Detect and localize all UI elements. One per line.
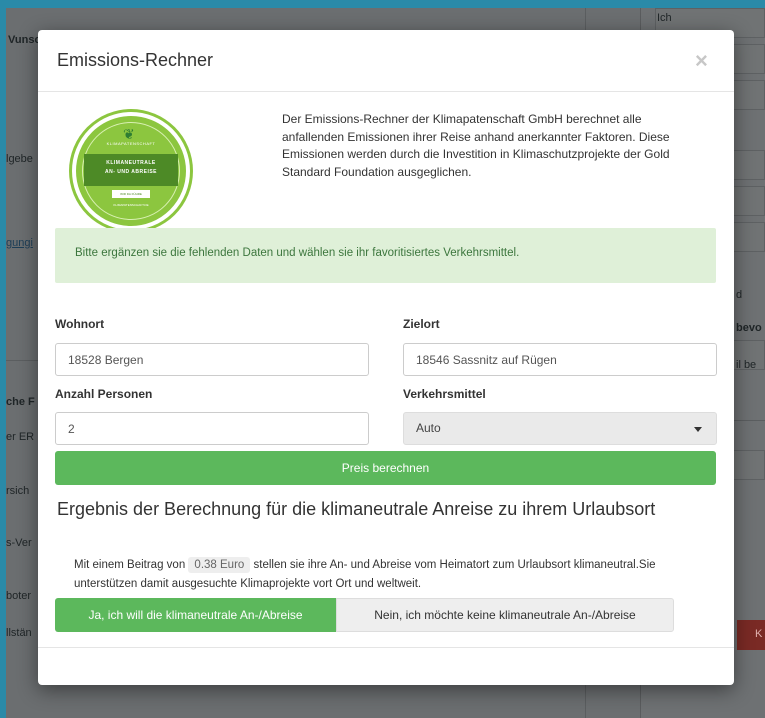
info-alert: Bitte ergänzen sie die fehlenden Daten u…: [55, 228, 716, 283]
background-label: lgebe: [6, 153, 33, 165]
badge-band: KLIMANEUTRALE AN- UND ABREISE: [84, 154, 178, 186]
zielort-label: Zielort: [403, 317, 440, 331]
background-heading: Vunsc: [8, 34, 41, 46]
calculate-price-button[interactable]: Preis berechnen: [55, 451, 716, 485]
close-icon[interactable]: ×: [695, 48, 708, 74]
zielort-input[interactable]: [403, 343, 717, 376]
background-label: Ich: [657, 12, 672, 24]
background-label: er ER: [6, 431, 35, 443]
background-top-strip: [0, 0, 765, 8]
background-label: rsich: [6, 485, 30, 497]
accept-climate-neutral-button[interactable]: Ja, ich will die klimaneutrale An-/Abrei…: [55, 598, 336, 632]
modal-footer-divider: [38, 647, 734, 648]
decline-climate-neutral-button[interactable]: Nein, ich möchte keine klimaneutrale An-…: [336, 598, 674, 632]
personen-label: Anzahl Personen: [55, 387, 153, 401]
climate-neutral-badge-logo: ❦ KLIMAPATENSCHAFT KLIMANEUTRALE AN- UND…: [72, 112, 190, 230]
badge-bottom-text: KLIMAPATENSCHAFT.DE: [113, 203, 149, 207]
background-label: boter: [6, 590, 32, 602]
background-label: il be: [736, 359, 757, 371]
background-label: d: [736, 289, 743, 301]
verkehrsmittel-selected-value: Auto: [416, 421, 441, 435]
caret-down-icon: [694, 427, 702, 432]
badge-sub-text: AN- UND ABREISE: [104, 169, 158, 175]
wohnort-input[interactable]: [55, 343, 369, 376]
background-red-button: K: [737, 620, 765, 650]
modal-title: Emissions-Rechner: [57, 50, 214, 70]
background-red-button-label: K: [755, 628, 763, 640]
price-badge: 0.38 Euro: [188, 557, 251, 573]
modal-header: Emissions-Rechner ×: [38, 30, 734, 92]
result-heading: Ergebnis der Berechnung für die klimaneu…: [57, 499, 656, 519]
background-divider: [6, 360, 38, 361]
badge-top-text: KLIMAPATENSCHAFT: [106, 141, 156, 146]
background-divider: [734, 420, 765, 421]
intro-text: Der Emissions-Rechner der Klimapatenscha…: [282, 112, 670, 179]
verkehrsmittel-select[interactable]: Auto: [403, 412, 717, 445]
background-label: bevo: [736, 322, 762, 334]
badge-small-text: WIR DA FÜHRE: [112, 190, 150, 198]
alert-text: Bitte ergänzen sie die fehlenden Daten u…: [75, 247, 520, 259]
verkehrsmittel-label: Verkehrsmittel: [403, 387, 486, 401]
background-heading: che F: [6, 396, 35, 408]
personen-input[interactable]: [55, 412, 369, 445]
emissions-calculator-modal: Emissions-Rechner × ❦ KLIMAPATENSCHAFT K…: [38, 30, 734, 685]
badge-main-text: KLIMANEUTRALE: [106, 160, 156, 166]
result-text-before: Mit einem Beitrag von: [74, 559, 186, 571]
wohnort-label: Wohnort: [55, 317, 105, 331]
background-link: gungi: [6, 237, 33, 249]
background-label: llstän: [6, 627, 32, 639]
background-label: s-Ver: [6, 537, 32, 549]
result-text: Mit einem Beitrag von 0.38 Euro stellen …: [74, 556, 714, 594]
